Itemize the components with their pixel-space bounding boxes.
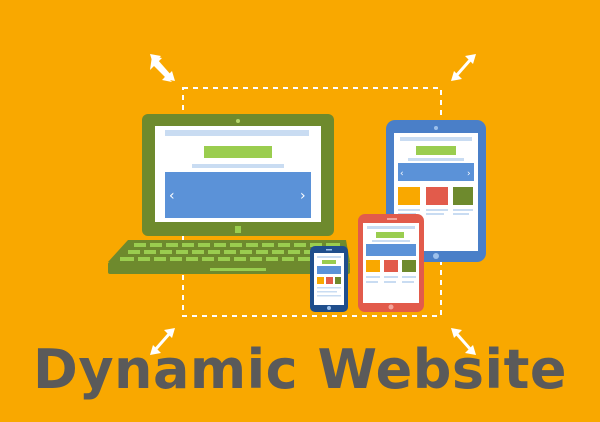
phone-small-icon: [310, 246, 348, 312]
phone-large-icon: [358, 214, 424, 312]
headline-title: Dynamic Website: [33, 338, 567, 401]
svg-text:‹: ‹: [400, 169, 404, 179]
svg-text:‹: ‹: [169, 188, 175, 204]
svg-text:›: ›: [467, 169, 471, 179]
svg-text:›: ›: [300, 188, 306, 204]
banner: ‹ › ‹ › Dynamic Website: [0, 0, 600, 422]
